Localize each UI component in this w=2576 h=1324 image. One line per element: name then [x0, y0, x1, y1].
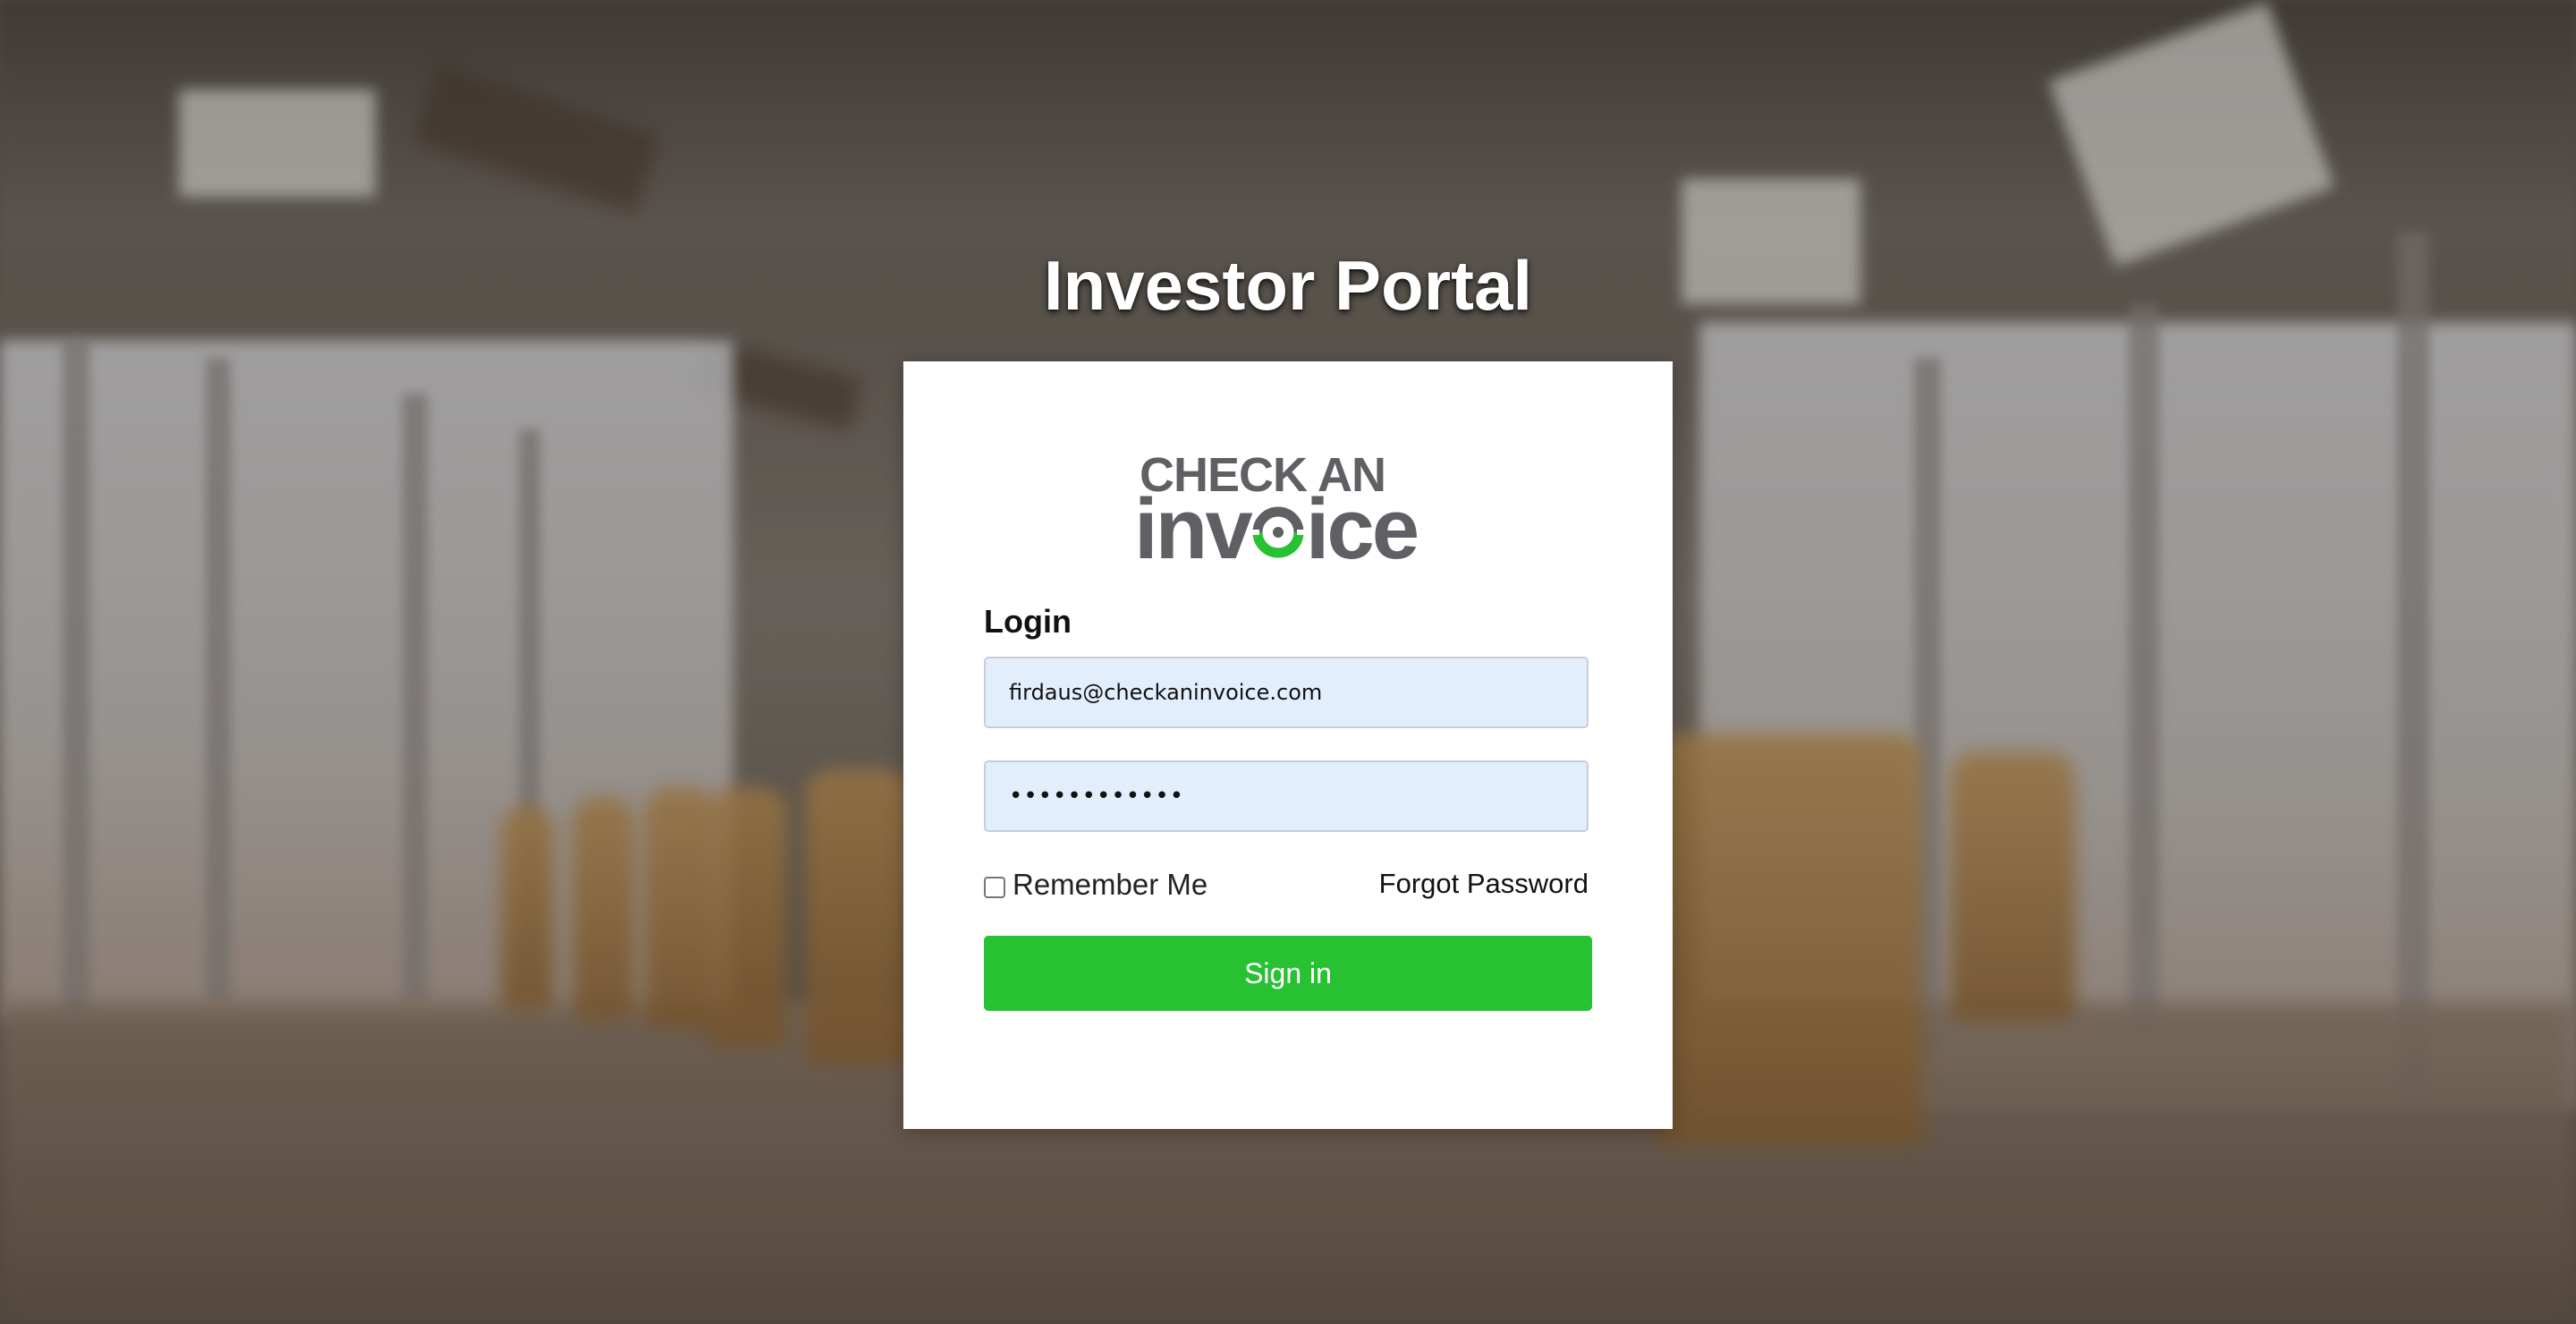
brand-logo: CHECK AN inv ice	[1131, 451, 1453, 573]
password-field[interactable]	[984, 760, 1589, 832]
logo-text-suffix: ice	[1305, 481, 1419, 577]
login-card: CHECK AN inv ice Login Remember Me Forgo…	[903, 361, 1673, 1129]
logo-text-prefix: inv	[1134, 481, 1253, 577]
login-heading: Login	[984, 603, 1072, 640]
remember-me-row: Remember Me	[984, 868, 1208, 902]
remember-me-label[interactable]: Remember Me	[1013, 868, 1208, 902]
page-title: Investor Portal	[1043, 246, 1533, 326]
forgot-password-link[interactable]: Forgot Password	[1379, 868, 1589, 900]
logo-text-bottom: inv ice	[1134, 487, 1419, 573]
email-field[interactable]	[984, 657, 1589, 728]
sign-in-button[interactable]: Sign in	[984, 936, 1592, 1011]
target-ring-icon	[1250, 487, 1306, 573]
remember-me-checkbox[interactable]	[984, 877, 1005, 898]
